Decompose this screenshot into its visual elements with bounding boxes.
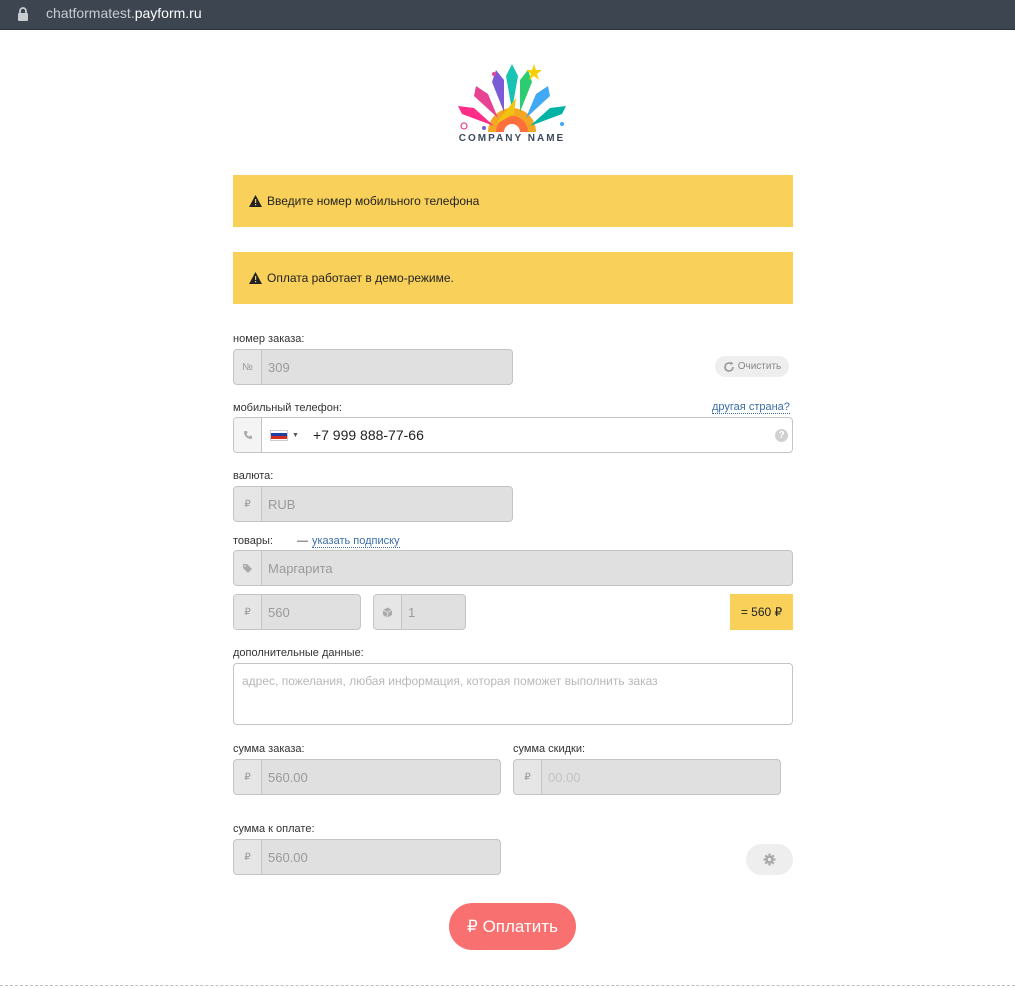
alert-demo-mode: Оплата работает в демо-режиме. xyxy=(233,252,793,304)
tag-icon xyxy=(234,551,262,585)
goods-label: товары: xyxy=(233,535,273,547)
address-url[interactable]: chatformatest.payform.ru xyxy=(46,4,202,22)
ruble-icon: ₽ xyxy=(514,760,542,794)
subscription-link[interactable]: указать подписку xyxy=(312,535,400,548)
phone-icon xyxy=(234,418,262,452)
order-sum-field[interactable]: ₽ 560.00 xyxy=(233,759,501,795)
settings-button[interactable] xyxy=(746,844,793,875)
chevron-down-icon[interactable]: ▼ xyxy=(292,432,299,439)
currency-field[interactable]: ₽ RUB xyxy=(233,486,513,522)
product-total-badge: = 560 ₽ xyxy=(730,594,793,630)
discount-label: сумма скидки: xyxy=(513,743,586,755)
order-sum-label: сумма заказа: xyxy=(233,743,305,755)
clear-button[interactable]: Очистить xyxy=(715,356,789,377)
refresh-icon xyxy=(723,361,734,372)
lock-icon xyxy=(18,7,28,21)
extra-data-textarea[interactable]: адрес, пожелания, любая информация, кото… xyxy=(233,663,793,725)
russia-flag-icon[interactable] xyxy=(270,429,288,441)
ruble-icon: ₽ xyxy=(234,760,262,794)
phone-value: +7 999 888-77-66 xyxy=(312,427,424,443)
subscription-dash: — xyxy=(297,535,308,547)
order-number-label: номер заказа: xyxy=(233,333,305,345)
product-name-value: Маргарита xyxy=(268,560,333,576)
other-country-link[interactable]: другая страна? xyxy=(712,401,790,414)
product-quantity-field[interactable]: 1 xyxy=(373,594,466,630)
alert-phone-required: Введите номер мобильного телефона xyxy=(233,175,793,227)
ruble-icon: ₽ xyxy=(234,595,262,629)
product-price-field[interactable]: ₽ 560 xyxy=(233,594,361,630)
warning-icon xyxy=(249,195,262,207)
logo-company-name: COMPANY NAME xyxy=(458,133,566,144)
discount-value: 00.00 xyxy=(548,769,581,785)
discount-field[interactable]: ₽ 00.00 xyxy=(513,759,781,795)
phone-field[interactable]: ▼ +7 999 888-77-66 ? xyxy=(233,417,793,453)
ruble-icon: ₽ xyxy=(234,487,262,521)
to-pay-value: 560.00 xyxy=(268,849,308,865)
bottom-divider xyxy=(0,985,1015,986)
extra-data-label: дополнительные данные: xyxy=(233,647,364,659)
currency-value: RUB xyxy=(268,496,296,512)
product-price-value: 560 xyxy=(268,604,290,620)
alert-text: Оплата работает в демо-режиме. xyxy=(267,271,454,285)
alert-text: Введите номер мобильного телефона xyxy=(267,194,480,208)
help-icon[interactable]: ? xyxy=(775,429,788,442)
to-pay-field[interactable]: ₽ 560.00 xyxy=(233,839,501,875)
pay-button[interactable]: ₽ Оплатить xyxy=(449,903,576,950)
product-name-field[interactable]: Маргарита xyxy=(233,550,793,586)
phone-label: мобильный телефон: xyxy=(233,402,342,414)
order-number-field[interactable]: № 309 xyxy=(233,349,513,385)
warning-icon xyxy=(249,272,262,284)
product-quantity-value: 1 xyxy=(408,604,416,620)
order-number-value: 309 xyxy=(268,359,290,375)
currency-label: валюта: xyxy=(233,470,274,482)
number-sign-icon: № xyxy=(234,350,262,384)
to-pay-label: сумма к оплате: xyxy=(233,823,315,835)
cube-icon xyxy=(374,595,402,629)
ruble-icon: ₽ xyxy=(234,840,262,874)
url-prefix: chatformatest. xyxy=(46,5,135,21)
order-sum-value: 560.00 xyxy=(268,769,308,785)
gear-icon xyxy=(763,853,776,866)
browser-address-bar: chatformatest.payform.ru xyxy=(0,0,1015,30)
clear-button-label: Очистить xyxy=(737,361,782,372)
url-domain: payform.ru xyxy=(134,5,202,21)
